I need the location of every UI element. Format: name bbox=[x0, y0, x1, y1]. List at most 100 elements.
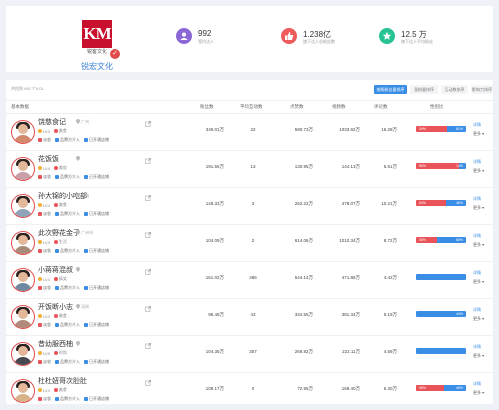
kol-name[interactable]: 饶慈食记 bbox=[38, 117, 66, 127]
avatar[interactable] bbox=[11, 120, 35, 144]
link-makeup[interactable]: 淡妆 bbox=[38, 137, 51, 143]
table-row[interactable]: 此次野花金子 广州市 LV3 生活 淡妆 品牌方介入 已开通店铺 104.09万 2 614.0… bbox=[6, 224, 493, 262]
cell-interact: 43 bbox=[250, 312, 256, 317]
table-row[interactable]: 昔幼服西柚 LV5 时尚 淡妆 品牌方介入 已开通店铺 104.35万 357 269.82万… bbox=[6, 335, 493, 373]
header-videos[interactable]: 视频数 bbox=[332, 104, 346, 110]
header-comments[interactable]: 评论数 bbox=[374, 104, 388, 110]
table-row[interactable]: 杜杜妞哥次肚肚 LV4 美食 淡妆 品牌方介入 已开通店铺 109.17万 0 72.95万 1… bbox=[6, 372, 493, 410]
more-dropdown[interactable]: 更多 ▾ bbox=[473, 390, 484, 396]
link-makeup[interactable]: 淡妆 bbox=[38, 359, 51, 365]
kol-name[interactable]: 花饭饭 bbox=[38, 154, 59, 164]
more-dropdown[interactable]: 更多 ▾ bbox=[473, 168, 484, 174]
avatar[interactable] bbox=[11, 157, 35, 181]
external-link-icon[interactable] bbox=[145, 306, 151, 314]
link-brand[interactable]: 品牌方介入 bbox=[55, 174, 80, 180]
detail-link[interactable]: 详情 bbox=[473, 307, 481, 313]
cell-likes: 72.95万 bbox=[297, 386, 313, 391]
detail-link[interactable]: 详情 bbox=[473, 270, 481, 276]
cell-fans: 104.35万 bbox=[205, 349, 224, 354]
table-row[interactable]: 开饭断小志 深圳 LV3 美食 淡妆 品牌方介入 已开通店铺 98.48万 43 334.55万… bbox=[6, 298, 493, 336]
table-row[interactable]: 花饭饭 LV4 美妆 淡妆 品牌方介入 已开通店铺 191.56万 13 130.95万 144… bbox=[6, 150, 493, 188]
cell-comments: 5.61万 bbox=[383, 164, 397, 169]
cell-likes: 262.22万 bbox=[294, 201, 313, 206]
more-dropdown[interactable]: 更多 ▾ bbox=[473, 279, 484, 285]
pin-icon bbox=[76, 304, 80, 310]
external-link-icon[interactable] bbox=[145, 232, 151, 240]
avatar[interactable] bbox=[11, 379, 35, 403]
link-brand[interactable]: 品牌方介入 bbox=[55, 248, 80, 254]
avatar[interactable] bbox=[11, 342, 35, 366]
link-makeup[interactable]: 淡妆 bbox=[38, 322, 51, 328]
external-link-icon[interactable] bbox=[145, 380, 151, 388]
detail-link[interactable]: 详情 bbox=[473, 233, 481, 239]
link-brand[interactable]: 品牌方介入 bbox=[55, 359, 80, 365]
cell-videos: 144.13万 bbox=[341, 164, 360, 169]
cell-fans: 191.56万 bbox=[205, 164, 224, 169]
link-brand[interactable]: 品牌方介入 bbox=[55, 396, 80, 402]
more-dropdown[interactable]: 更多 ▾ bbox=[473, 242, 484, 248]
detail-link[interactable]: 详情 bbox=[473, 122, 481, 128]
header-fans[interactable]: 粉丝数 bbox=[200, 104, 214, 110]
cell-interact: 357 bbox=[249, 349, 257, 354]
external-link-icon[interactable] bbox=[145, 195, 151, 203]
link-makeup[interactable]: 淡妆 bbox=[38, 248, 51, 254]
header-likes[interactable]: 点赞数 bbox=[290, 104, 304, 110]
link-makeup[interactable]: 淡妆 bbox=[38, 396, 51, 402]
more-dropdown[interactable]: 更多 ▾ bbox=[473, 316, 484, 322]
table-row[interactable]: 小蒋蒋混叔 LV4 搞笑 淡妆 品牌方介入 已开通店铺 161.02万 286 544.14万… bbox=[6, 261, 493, 299]
link-brand[interactable]: 品牌方介入 bbox=[55, 211, 80, 217]
tab-sort-growth[interactable]: 涨粉量排序 bbox=[410, 85, 438, 94]
tab-sort-influence[interactable]: 影响力排序 bbox=[471, 85, 493, 94]
cell-interact: 13 bbox=[250, 164, 256, 169]
external-link-icon[interactable] bbox=[145, 269, 151, 277]
kol-name[interactable]: 小蒋蒋混叔 bbox=[38, 265, 73, 275]
level-tag: LV5 bbox=[38, 351, 50, 356]
kol-name[interactable]: 昔幼服西柚 bbox=[38, 339, 73, 349]
link-shop[interactable]: 已开通店铺 bbox=[84, 359, 109, 365]
link-shop[interactable]: 已开通店铺 bbox=[84, 396, 109, 402]
table-row[interactable]: 孙大锦的小吃部 上海 LV4 美食 淡妆 品牌方介入 已开通店铺 148.33万 3 262.2… bbox=[6, 187, 493, 225]
detail-link[interactable]: 详情 bbox=[473, 159, 481, 165]
kol-links: 淡妆 品牌方介入 已开通店铺 bbox=[38, 211, 113, 217]
female-percent: 61% bbox=[455, 127, 463, 131]
kol-tags: LV4 美食 bbox=[38, 202, 71, 208]
link-makeup[interactable]: 淡妆 bbox=[38, 211, 51, 217]
link-shop[interactable]: 已开通店铺 bbox=[84, 322, 109, 328]
external-link-icon[interactable] bbox=[145, 121, 151, 129]
avatar[interactable] bbox=[11, 231, 35, 255]
table-row[interactable]: 饶慈食记 广州 LV3 美食 淡妆 品牌方介入 已开通店铺 345.01万 22 590.73万… bbox=[6, 113, 493, 151]
avatar[interactable] bbox=[11, 194, 35, 218]
link-shop[interactable]: 已开通店铺 bbox=[84, 211, 109, 217]
cell-comments: 16.28万 bbox=[381, 127, 397, 132]
more-dropdown[interactable]: 更多 ▾ bbox=[473, 205, 484, 211]
kol-name[interactable]: 开饭断小志 bbox=[38, 302, 73, 312]
location: 上海 bbox=[76, 193, 89, 199]
detail-link[interactable]: 详情 bbox=[473, 344, 481, 350]
detail-link[interactable]: 详情 bbox=[473, 381, 481, 387]
header-interact[interactable]: 平均互动数 bbox=[240, 104, 263, 110]
tab-sort-fans[interactable]: 按照粉丝量排序 bbox=[374, 85, 407, 94]
link-brand[interactable]: 品牌方介入 bbox=[55, 285, 80, 291]
external-link-icon[interactable] bbox=[145, 158, 151, 166]
stat-label: 旗下达人平均粉丝 bbox=[401, 39, 433, 44]
link-makeup[interactable]: 淡妆 bbox=[38, 285, 51, 291]
link-makeup[interactable]: 淡妆 bbox=[38, 174, 51, 180]
link-brand[interactable]: 品牌方介入 bbox=[55, 137, 80, 143]
tab-sort-interact[interactable]: 互动数排序 bbox=[441, 85, 468, 94]
more-dropdown[interactable]: 更多 ▾ bbox=[473, 131, 484, 137]
link-brand[interactable]: 品牌方介入 bbox=[55, 322, 80, 328]
link-shop[interactable]: 已开通店铺 bbox=[84, 248, 109, 254]
kol-name[interactable]: 此次野花金子 bbox=[38, 228, 80, 238]
avatar[interactable] bbox=[11, 268, 35, 292]
link-shop[interactable]: 已开通店铺 bbox=[84, 174, 109, 180]
link-shop[interactable]: 已开通店铺 bbox=[84, 285, 109, 291]
stat-label: 旗下达人总粉丝数 bbox=[303, 39, 335, 44]
more-dropdown[interactable]: 更多 ▾ bbox=[473, 353, 484, 359]
female-segment bbox=[416, 274, 466, 280]
external-link-icon[interactable] bbox=[145, 343, 151, 351]
link-shop[interactable]: 已开通店铺 bbox=[84, 137, 109, 143]
cell-fans: 148.33万 bbox=[205, 201, 224, 206]
location bbox=[76, 378, 80, 384]
avatar[interactable] bbox=[11, 305, 35, 329]
detail-link[interactable]: 详情 bbox=[473, 196, 481, 202]
